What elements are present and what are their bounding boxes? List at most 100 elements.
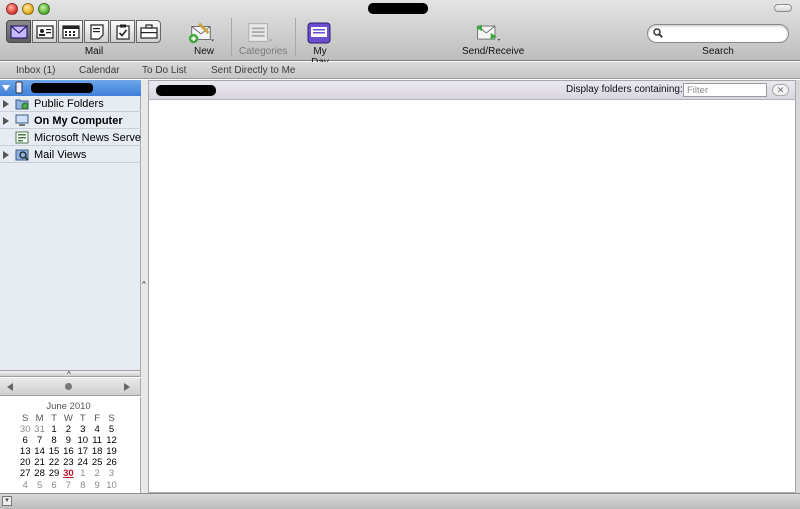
calendar-day[interactable]: 1 [47, 424, 61, 435]
calendar-day[interactable]: 31 [32, 424, 46, 435]
weekday-header: S [22, 413, 29, 424]
calendar-day[interactable]: 15 [47, 446, 61, 457]
disclosure-closed-icon[interactable] [3, 117, 9, 125]
today-dot-icon[interactable] [65, 383, 72, 390]
new-button[interactable] [188, 21, 214, 45]
calendar-day[interactable]: 18 [90, 446, 104, 457]
briefcase-icon [139, 24, 158, 39]
calendar-day[interactable]: 8 [76, 480, 90, 491]
calendar-day[interactable]: 10 [104, 480, 118, 491]
calendar-day[interactable]: 20 [18, 457, 32, 468]
calendar-day[interactable]: 4 [90, 424, 104, 435]
toolbar-separator [231, 18, 232, 56]
account-row[interactable] [0, 80, 141, 96]
mail-view-button[interactable] [6, 20, 31, 43]
minimize-window-button[interactable] [22, 3, 34, 15]
calendar-day[interactable]: 2 [90, 468, 104, 479]
weekday-header: F [94, 413, 101, 424]
calendar-day[interactable]: 14 [32, 446, 46, 457]
zoom-window-button[interactable] [38, 3, 50, 15]
project-center-view-button[interactable] [136, 20, 161, 43]
calendar-day[interactable]: 5 [104, 424, 118, 435]
tasks-view-button[interactable] [110, 20, 135, 43]
calendar-day[interactable]: 22 [47, 457, 61, 468]
favorite-inbox[interactable]: Inbox (1) [16, 65, 55, 76]
calendar-day[interactable]: 8 [47, 435, 61, 446]
status-toggle-icon[interactable]: ▾ [2, 496, 12, 506]
calendar-day[interactable]: 12 [104, 435, 118, 446]
calendar-day[interactable]: 6 [18, 435, 32, 446]
favorite-sent-directly-to-me[interactable]: Sent Directly to Me [211, 65, 295, 76]
folder-row-microsoft-news-server[interactable]: Microsoft News Server [0, 130, 145, 146]
vertical-splitter[interactable]: ^ [141, 80, 148, 493]
clear-filter-icon[interactable]: ✕ [772, 84, 789, 96]
my-day-icon [307, 22, 331, 44]
toolbar: Mail New Categories My Day Send/Receive … [0, 0, 800, 68]
search-field[interactable] [647, 24, 789, 43]
weekday-header: S [108, 413, 115, 424]
calendar-view-button[interactable] [58, 20, 83, 43]
calendar-day[interactable]: 24 [76, 457, 90, 468]
close-window-button[interactable] [6, 3, 18, 15]
collapse-icon[interactable]: ^ [142, 280, 146, 289]
account-name-redacted [31, 83, 93, 93]
next-month-icon[interactable] [124, 383, 130, 391]
send-receive-label: Send/Receive [462, 46, 525, 57]
categories-button[interactable] [247, 21, 273, 45]
address-book-icon [35, 24, 54, 39]
calendar-day[interactable]: 7 [32, 435, 46, 446]
calendar-day[interactable]: 10 [76, 435, 90, 446]
new-message-icon [188, 22, 214, 44]
calendar-day[interactable]: 16 [61, 446, 75, 457]
address-book-view-button[interactable] [32, 20, 57, 43]
disclosure-closed-icon[interactable] [3, 151, 9, 159]
window-title-redacted [368, 3, 428, 14]
calendar-day[interactable]: 11 [90, 435, 104, 446]
notes-view-button[interactable] [84, 20, 109, 43]
mini-calendar-grid: S M T W T F S 30 31 1 2 3 4 5 6 7 8 9 10 11 12 13 14 15 16 17 18 19… [18, 413, 119, 491]
calendar-day[interactable]: 4 [18, 480, 32, 491]
calendar-day[interactable]: 17 [76, 446, 90, 457]
new-label: New [193, 46, 214, 57]
mini-calendar: June 2010 S M T W T F S 30 31 1 2 3 4 5 6 7 8 9 10 11 12 13 14… [0, 397, 141, 493]
filter-input[interactable] [683, 83, 767, 97]
search-input[interactable] [668, 27, 783, 40]
news-server-icon [15, 131, 29, 144]
notes-icon [89, 23, 104, 40]
toolbar-toggle-button[interactable] [774, 4, 792, 12]
calendar-day[interactable]: 3 [76, 424, 90, 435]
calendar-day[interactable]: 13 [18, 446, 32, 457]
calendar-day[interactable]: 26 [104, 457, 118, 468]
folder-filter-header: Display folders containing: ✕ [149, 81, 795, 100]
calendar-day[interactable]: 27 [18, 468, 32, 479]
window-edge [796, 80, 800, 493]
favorite-calendar[interactable]: Calendar [79, 65, 120, 76]
calendar-day[interactable]: 9 [90, 480, 104, 491]
folder-row-mail-views[interactable]: Mail Views [0, 147, 141, 163]
disclosure-closed-icon[interactable] [3, 100, 9, 108]
calendar-day[interactable]: 1 [76, 468, 90, 479]
my-day-button[interactable] [306, 21, 332, 45]
calendar-day[interactable]: 9 [61, 435, 75, 446]
calendar-day[interactable]: 7 [61, 480, 75, 491]
calendar-day[interactable]: 30 [61, 468, 75, 479]
calendar-day[interactable]: 19 [104, 446, 118, 457]
calendar-day[interactable]: 28 [32, 468, 46, 479]
folder-row-public-folders[interactable]: Public Folders [0, 96, 141, 112]
calendar-day[interactable]: 5 [32, 480, 46, 491]
disclosure-open-icon[interactable] [2, 85, 10, 91]
calendar-day[interactable]: 2 [61, 424, 75, 435]
folder-row-on-my-computer[interactable]: On My Computer [0, 113, 141, 129]
previous-month-icon[interactable] [7, 383, 13, 391]
calendar-day[interactable]: 23 [61, 457, 75, 468]
calendar-day[interactable]: 30 [18, 424, 32, 435]
calendar-day[interactable]: 25 [90, 457, 104, 468]
calendar-day[interactable]: 3 [104, 468, 118, 479]
calendar-day[interactable]: 6 [47, 480, 61, 491]
send-receive-button[interactable] [475, 21, 501, 45]
folder-label: On My Computer [34, 115, 123, 127]
calendar-day[interactable]: 29 [47, 468, 61, 479]
pane-splitter[interactable]: ^ [0, 370, 141, 379]
calendar-day[interactable]: 21 [32, 457, 46, 468]
favorite-to-do-list[interactable]: To Do List [142, 65, 186, 76]
